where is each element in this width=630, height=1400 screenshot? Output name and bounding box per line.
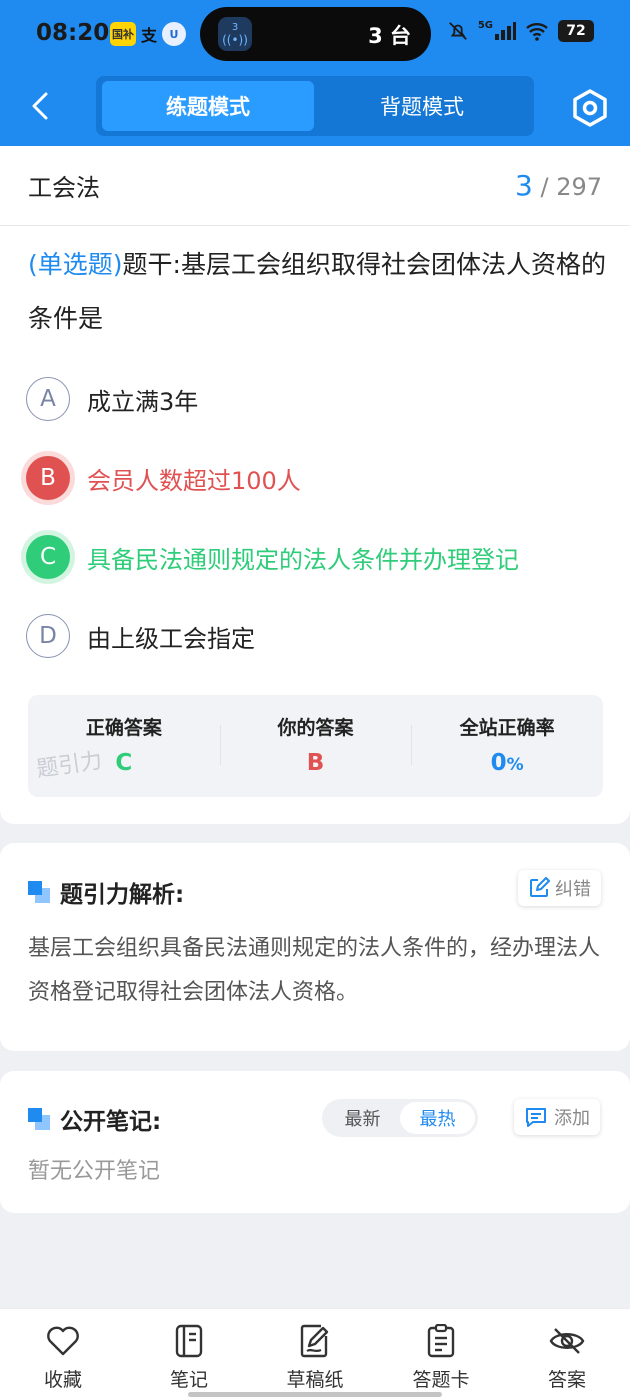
comment-icon [526, 1108, 546, 1127]
toolbar-label: 收藏 [43, 1369, 82, 1391]
your-answer-value: B [306, 750, 325, 776]
watermark: 题引力 [34, 748, 104, 783]
subject-row: 工会法 3 / 297 [0, 146, 630, 226]
analysis-text: 基层工会组织具备民法通则规定的法人条件的，经办理法人资格登记取得社会团体法人资格… [28, 936, 601, 1005]
option-text: 由上级工会指定 [87, 624, 255, 653]
option-text: 成立满3年 [87, 387, 199, 416]
add-note-label: 添加 [554, 1108, 590, 1129]
notes-sort-toggle: 最新 最热 [322, 1099, 478, 1137]
accuracy-rate-value: 0 [490, 750, 507, 776]
your-answer-label: 你的答案 [277, 717, 354, 739]
correct-answer-column: 正确答案 C 题引力 [28, 695, 220, 797]
option-letter: D [26, 614, 70, 658]
add-note-button[interactable]: 添加 [514, 1099, 600, 1135]
question-counter: 3 / 297 [515, 169, 602, 202]
battery-indicator: 72 [558, 20, 594, 42]
question-card: 工会法 3 / 297 (单选题)题干:基层工会组织取得社会团体法人资格的条件是… [0, 146, 630, 824]
mode-switch: 练题模式 背题模式 [96, 76, 534, 136]
island-text: 3 台 [368, 24, 411, 48]
toolbar-favorite[interactable]: 收藏 [13, 1323, 113, 1392]
option-text: 会员人数超过100人 [87, 466, 301, 495]
correct-answer-label: 正确答案 [85, 717, 162, 739]
tab-practice-mode[interactable]: 练题模式 [102, 81, 314, 131]
status-time: 08:20 [36, 20, 110, 46]
status-app-badge: 国补 [110, 22, 136, 46]
edit-icon [530, 877, 550, 897]
toolbar-label: 答案 [547, 1369, 586, 1391]
answer-summary: 正确答案 C 题引力 你的答案 B 全站正确率 0% [28, 695, 603, 797]
report-error-button[interactable]: 纠错 [518, 870, 601, 906]
your-answer-column: 你的答案 B [219, 695, 412, 797]
notes-header: 公开笔记: [28, 1102, 161, 1136]
accuracy-rate-unit: % [506, 755, 524, 775]
section-marker-icon [28, 881, 50, 903]
option-letter: B [26, 456, 70, 500]
section-marker-icon [28, 1108, 50, 1130]
toolbar-draft-paper[interactable]: 草稿纸 [265, 1323, 365, 1392]
toolbar-notes[interactable]: 笔记 [139, 1323, 239, 1392]
option-c[interactable]: C 具备民法通则规定的法人条件并办理登记 [26, 532, 519, 582]
subject-title: 工会法 [28, 174, 100, 202]
bottom-toolbar: 收藏 笔记 草稿纸 答题卡 答案 [0, 1308, 630, 1400]
status-app-badge: 支 [140, 26, 157, 45]
dynamic-island[interactable]: 3 ((•)) 3 台 [200, 7, 431, 61]
toolbar-label: 草稿纸 [286, 1369, 344, 1391]
home-indicator[interactable] [188, 1392, 442, 1397]
back-icon[interactable] [26, 88, 56, 124]
broadcast-icon: 3 ((•)) [218, 17, 252, 51]
draft-icon [300, 1324, 329, 1358]
counter-separator: / [540, 173, 549, 201]
settings-icon[interactable] [570, 88, 610, 128]
top-header: 08:20 国补 支 U 3 ((•)) 3 台 5G 72 练题模式 背题模式 [0, 0, 630, 146]
notebook-icon [175, 1324, 203, 1358]
empty-notes-text: 暂无公开笔记 [28, 1159, 161, 1184]
notes-card: 公开笔记: 最新 最热 添加 暂无公开笔记 [0, 1071, 630, 1213]
bell-muted-icon [448, 22, 467, 40]
eye-off-icon [549, 1328, 585, 1354]
total-question-count: 297 [556, 173, 602, 201]
question-stem: (单选题)题干:基层工会组织取得社会团体法人资格的条件是 [28, 238, 608, 346]
answer-sheet-icon [427, 1324, 455, 1358]
accuracy-rate-label: 全站正确率 [459, 717, 555, 739]
signal-icon [495, 22, 516, 40]
analysis-card: 题引力解析: 纠错 基层工会组织具备民法通则规定的法人条件的，经办理法人资格登记… [0, 843, 630, 1051]
accuracy-rate-column: 全站正确率 0% [411, 695, 603, 797]
option-d[interactable]: D 由上级工会指定 [26, 611, 255, 661]
question-type: (单选题) [28, 250, 123, 279]
current-question-number: 3 [514, 169, 533, 202]
status-app-badge: U [162, 22, 186, 46]
wifi-icon [526, 23, 548, 41]
analysis-title: 题引力解析: [60, 882, 185, 908]
report-error-label: 纠错 [555, 879, 591, 900]
option-text: 具备民法通则规定的法人条件并办理登记 [87, 545, 519, 574]
option-letter: C [26, 535, 70, 579]
toolbar-answer-sheet[interactable]: 答题卡 [391, 1323, 491, 1392]
tab-memorize-mode[interactable]: 背题模式 [316, 81, 528, 131]
sort-newest[interactable]: 最新 [325, 1102, 400, 1134]
toolbar-answer[interactable]: 答案 [517, 1323, 617, 1392]
toolbar-label: 笔记 [169, 1369, 208, 1391]
option-letter: A [26, 377, 70, 421]
status-indicators: 5G 72 [447, 20, 594, 42]
option-a[interactable]: A 成立满3年 [26, 374, 198, 424]
sort-hottest[interactable]: 最热 [400, 1102, 475, 1134]
option-b[interactable]: B 会员人数超过100人 [26, 453, 301, 503]
network-type: 5G [477, 19, 493, 31]
toolbar-label: 答题卡 [412, 1369, 470, 1391]
heart-icon [47, 1326, 79, 1356]
notes-title: 公开笔记: [60, 1109, 162, 1135]
island-badge: 3 [231, 22, 239, 33]
analysis-header: 题引力解析: [28, 875, 184, 909]
